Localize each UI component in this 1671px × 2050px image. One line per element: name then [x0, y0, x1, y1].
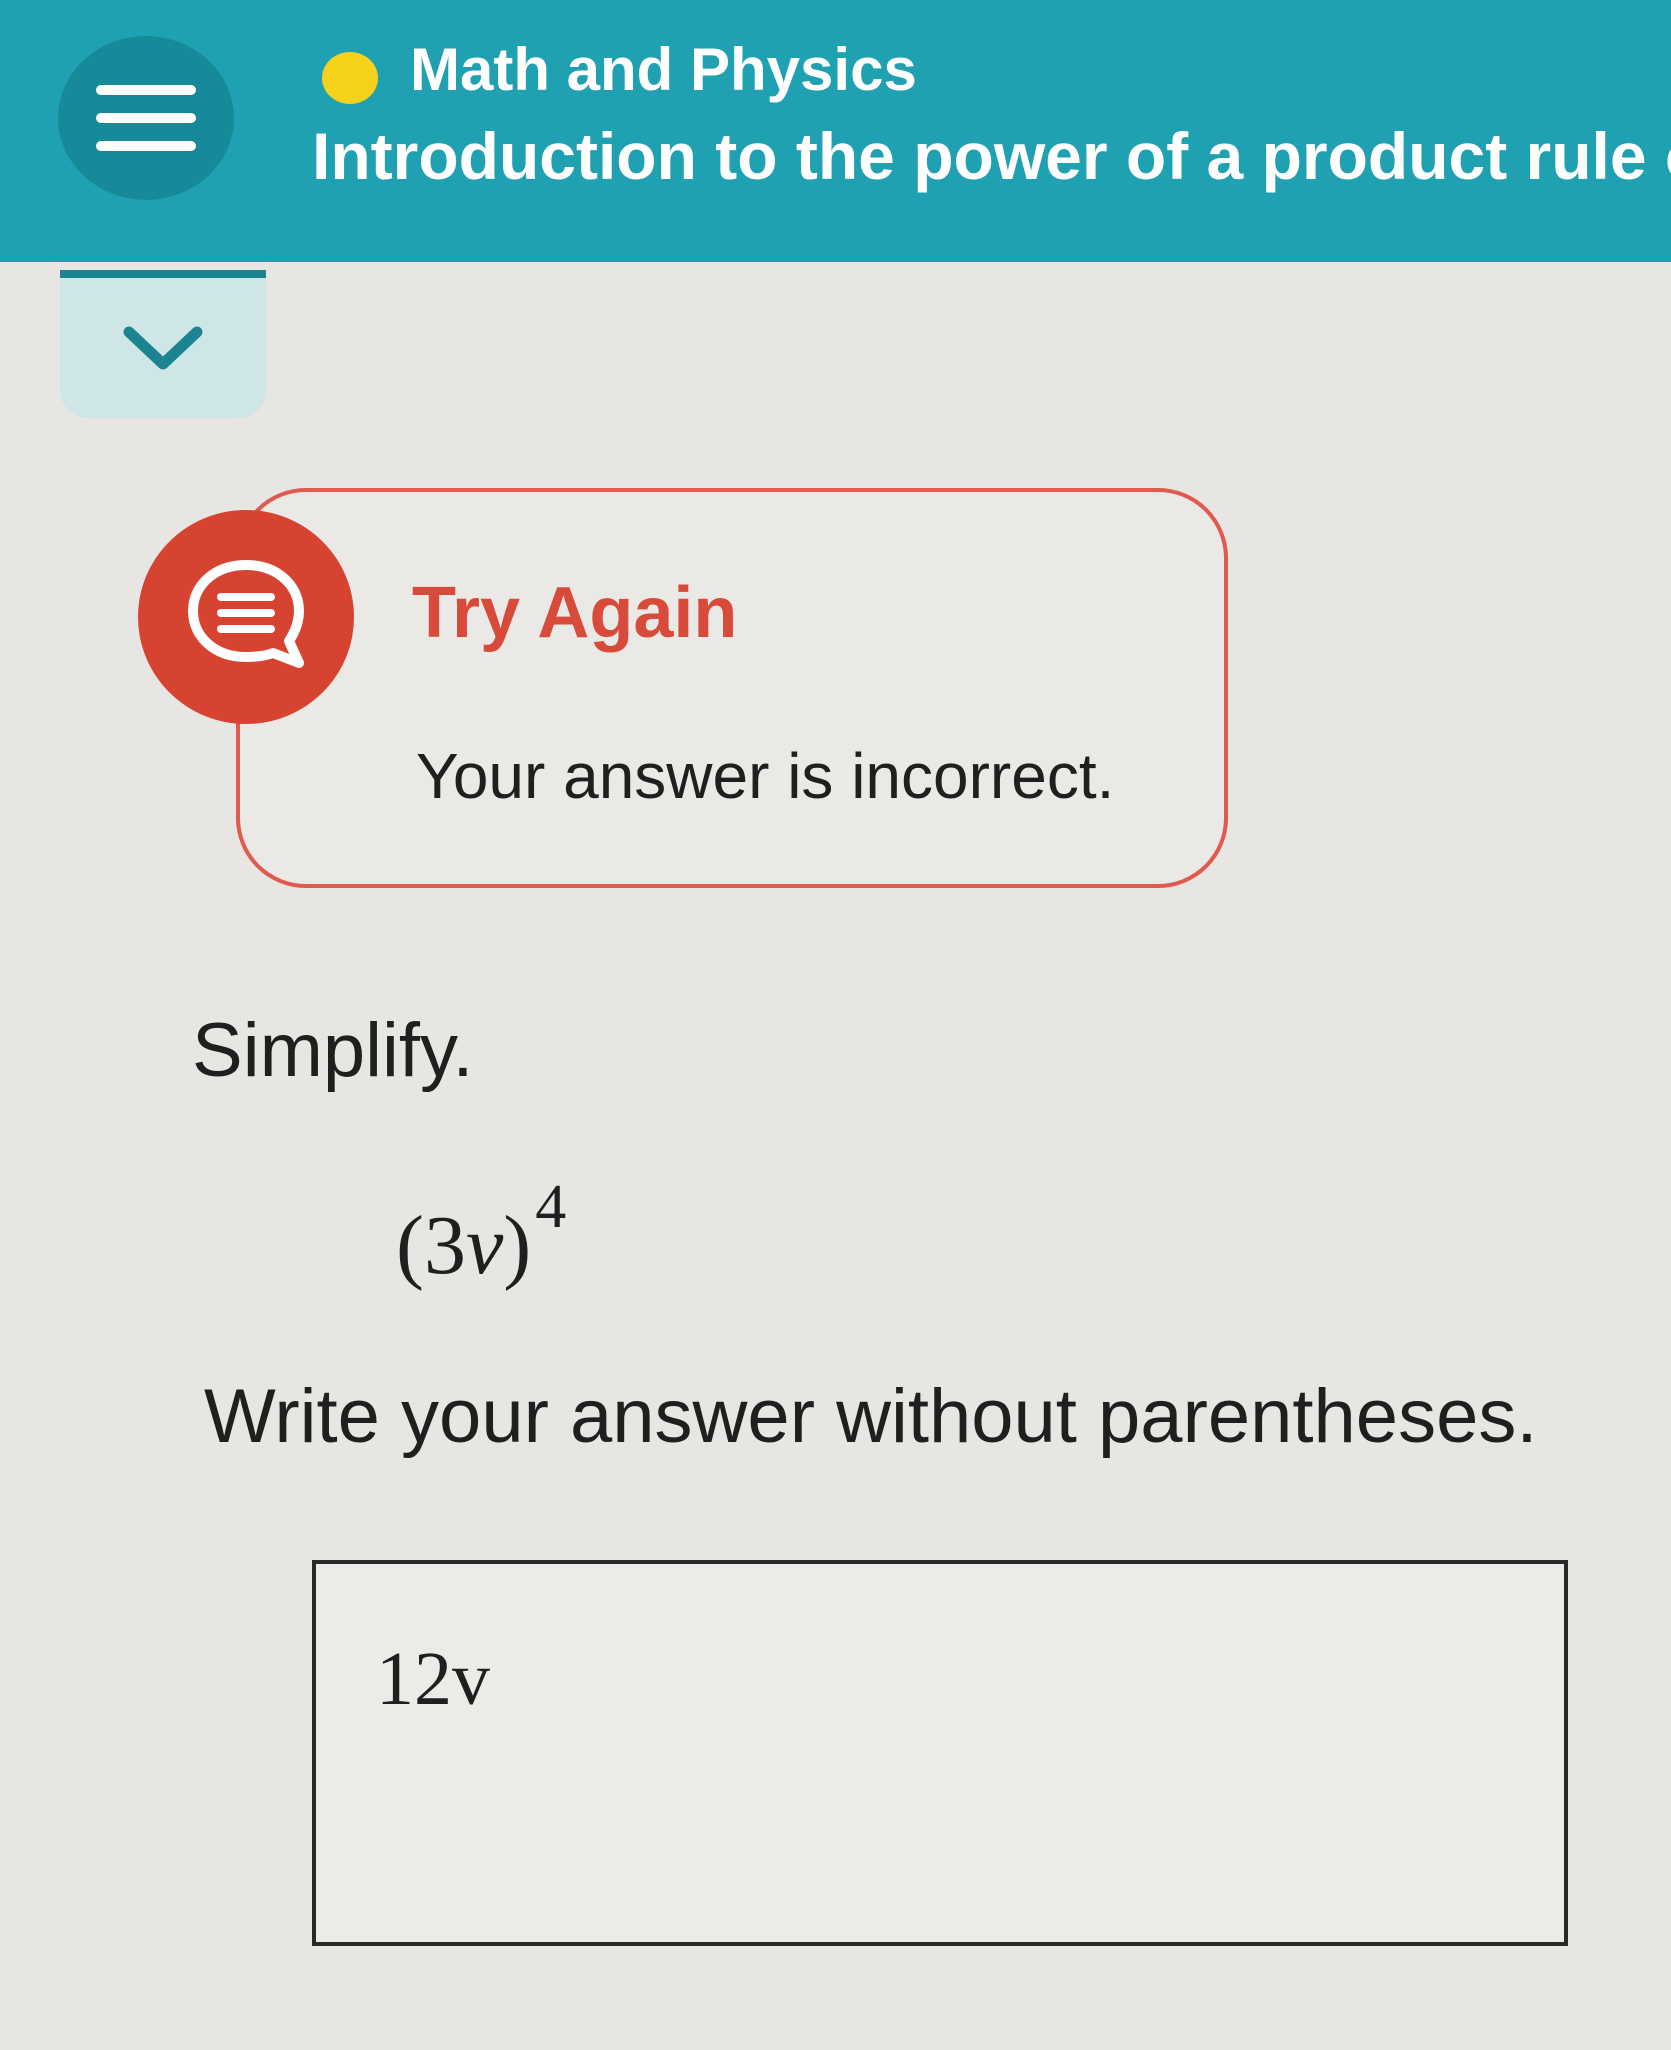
chevron-down-icon: [123, 326, 203, 370]
question-instruction: Simplify.: [192, 1008, 474, 1093]
yellow-dot-icon: [322, 52, 378, 104]
feedback-icon-badge: [138, 510, 354, 724]
collapse-button[interactable]: [60, 270, 266, 418]
feedback-card: [236, 488, 1228, 888]
answer-value: 12v: [376, 1637, 490, 1721]
answer-instruction: Write your answer without parentheses.: [204, 1374, 1538, 1459]
math-expression: (3v)4: [396, 1173, 566, 1303]
open-paren: (: [396, 1199, 424, 1292]
lesson-title: Introduction to the power of a product r…: [312, 119, 1671, 193]
exponent: 4: [535, 1173, 567, 1241]
menu-bar: [96, 85, 196, 95]
answer-input[interactable]: 12v: [312, 1560, 1568, 1946]
menu-bar: [96, 141, 196, 151]
close-paren: ): [503, 1199, 532, 1292]
top-header: Math and Physics Introduction to the pow…: [0, 0, 1671, 262]
speech-bubble-icon: [188, 560, 304, 668]
menu-bar: [96, 113, 196, 123]
variable: v: [465, 1199, 504, 1292]
feedback-title: Try Again: [412, 573, 738, 653]
menu-button[interactable]: [58, 36, 234, 200]
coefficient: 3: [423, 1199, 466, 1292]
feedback-message: Your answer is incorrect.: [416, 740, 1115, 812]
course-name: Math and Physics: [410, 36, 917, 103]
